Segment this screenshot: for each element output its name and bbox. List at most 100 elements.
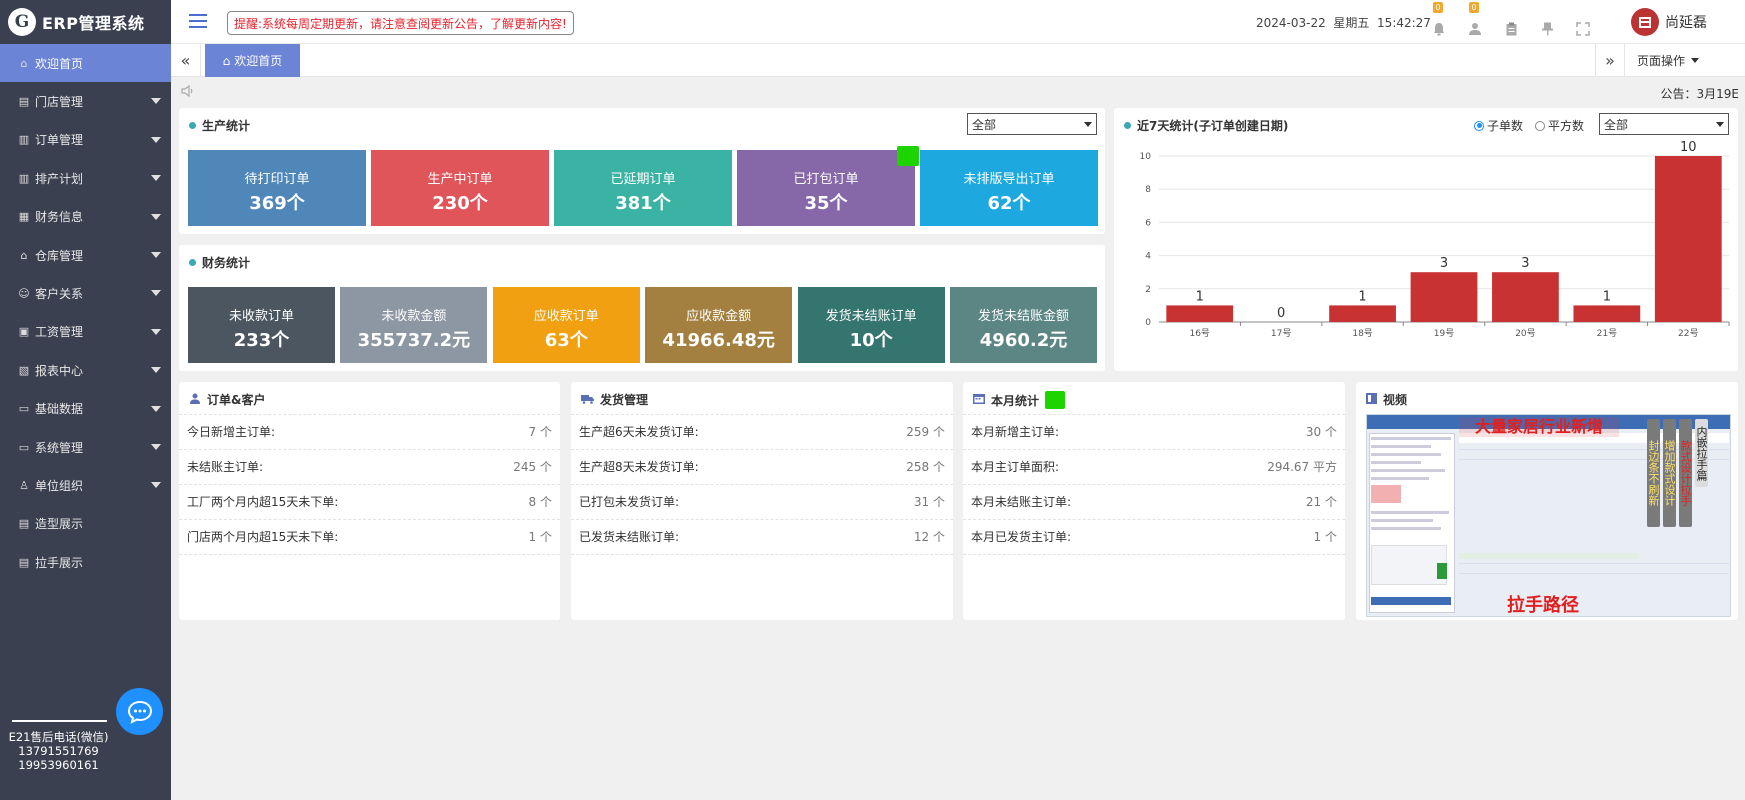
list-item-value: 30 个 — [1305, 425, 1337, 439]
stat-tile[interactable]: 生产中订单 230个 — [371, 150, 549, 226]
stat-label: 未收款金额 — [381, 309, 447, 324]
stat-value: 62个 — [987, 193, 1031, 214]
sidebar-item-11[interactable]: ♙ 单位组织 — [0, 466, 171, 504]
finance-stats-card: 财务统计 未收款订单 233个 未收款金额 355737.2元 应收款订单 63个 应收款金… — [179, 245, 1105, 371]
user-menu[interactable]: 尚延磊 — [1631, 8, 1707, 36]
sidebar-item-6[interactable]: ☺ 客户关系 — [0, 274, 171, 312]
y-tick-label: 6 — [1145, 218, 1151, 228]
announcement-text[interactable]: 公告：3月19E — [1661, 85, 1740, 102]
sidebar-item-8[interactable]: ▧ 报表中心 — [0, 351, 171, 389]
list-item[interactable]: 已发货未结账订单: 12 个 — [571, 519, 953, 553]
sidebar-item-10[interactable]: ▭ 系统管理 — [0, 428, 171, 466]
video-title: 视频 — [1366, 391, 1407, 408]
fullscreen-icon[interactable] — [1575, 8, 1591, 36]
tab-bar: « ⌂ 欢迎首页 » 页面操作 — [171, 44, 1745, 77]
sidebar-item-3[interactable]: ▥ 排产计划 — [0, 159, 171, 197]
sidebar-item-label: 仓库管理 — [35, 248, 84, 263]
sidebar-item-0[interactable]: ⌂ 欢迎首页 — [0, 44, 171, 83]
sidebar: G ERP管理系统 ⌂ 欢迎首页 ▤ 门店管理 ▥ 订单管理 ▥ 排产计划 ▦ 财务信息 ⌂ 仓库管理… — [0, 0, 171, 800]
production-filter-select[interactable]: 全部 — [967, 113, 1097, 135]
sidebar-item-2[interactable]: ▥ 订单管理 — [0, 121, 171, 159]
list-item-label: 未结账主订单: — [187, 460, 264, 474]
sidebar-item-7[interactable]: ▣ 工资管理 — [0, 313, 171, 351]
stat-value: 63个 — [544, 330, 588, 351]
list-item[interactable]: 今日新增主订单: 7 个 — [179, 414, 560, 448]
stat-tile[interactable]: 已延期订单 381个 — [554, 150, 732, 226]
caret-down-icon — [151, 367, 161, 374]
sidebar-item-12[interactable]: ▤ 造型展示 — [0, 505, 171, 543]
stat-tile[interactable]: 未收款订单 233个 — [188, 287, 335, 363]
chart-filter-select[interactable]: 全部 — [1599, 113, 1729, 135]
dot-icon — [189, 259, 196, 266]
sidebar-item-5[interactable]: ⌂ 仓库管理 — [0, 236, 171, 274]
stat-value: 369个 — [249, 193, 305, 214]
stat-tile[interactable]: 发货未结账金额 4960.2元 — [950, 287, 1097, 363]
tab-scroll-right-icon[interactable]: » — [1595, 44, 1625, 77]
stat-tile[interactable]: 发货未结账订单 10个 — [797, 287, 945, 363]
weekday: 星期五 — [1333, 16, 1370, 30]
sidebar-item-1[interactable]: ▤ 门店管理 — [0, 82, 171, 120]
clipboard-icon[interactable] — [1503, 8, 1519, 36]
logo[interactable]: G ERP管理系统 — [0, 0, 171, 44]
stat-tile[interactable]: 已打包订单 35个 — [737, 150, 915, 226]
app-title: ERP管理系统 — [42, 14, 145, 33]
pin-icon[interactable] — [1539, 8, 1555, 36]
bar-value-label: 0 — [1277, 306, 1285, 321]
bar-value-label: 10 — [1680, 140, 1697, 155]
bell-icon[interactable]: 0 — [1431, 2, 1447, 36]
stat-tile[interactable]: 未排版导出订单 62个 — [920, 150, 1098, 226]
radio-square-meters[interactable]: 平方数 — [1535, 117, 1584, 134]
list-item-value: 7 个 — [528, 425, 552, 439]
document-icon: ▥ — [18, 133, 30, 147]
system-notice[interactable]: 提醒:系统每周定期更新，请注意查阅更新公告，了解更新内容! — [227, 11, 574, 35]
monthly-title-text: 本月统计 — [991, 393, 1040, 408]
stat-tile[interactable]: 应收款订单 63个 — [492, 287, 640, 363]
list-item[interactable]: 本月新增主订单: 30 个 — [963, 414, 1345, 448]
menu-toggle-icon[interactable] — [189, 14, 209, 30]
bar-value-label: 3 — [1440, 256, 1448, 271]
production-stats-card: 生产统计 全部 待打印订单 369个 生产中订单 230个 已延期订单 381个 已打包订单… — [179, 108, 1105, 234]
stat-tile[interactable]: 待打印订单 369个 — [188, 150, 366, 226]
video-side-strip-2: 增加款式设计 — [1663, 419, 1676, 527]
chat-button[interactable] — [116, 688, 163, 735]
calendar-icon — [973, 393, 985, 407]
list-item[interactable]: 本月主订单面积: 294.67 平方 — [963, 449, 1345, 483]
stat-value: 355737.2元 — [357, 330, 471, 351]
sidebar-item-13[interactable]: ▤ 拉手展示 — [0, 543, 171, 581]
list-item[interactable]: 未结账主订单: 245 个 — [179, 449, 560, 483]
radio-dot — [1535, 120, 1546, 131]
list-item[interactable]: 生产超8天未发货订单: 258 个 — [571, 449, 953, 483]
announcement-bar: 公告：3月19E — [171, 77, 1745, 107]
stat-label: 未排版导出订单 — [963, 172, 1055, 187]
tab-home[interactable]: ⌂ 欢迎首页 — [205, 44, 300, 77]
list-item[interactable]: 生产超6天未发货订单: 259 个 — [571, 414, 953, 448]
list-item[interactable]: 本月已发货主订单: 1 个 — [963, 519, 1345, 553]
stat-label: 应收款订单 — [533, 309, 599, 324]
list-item[interactable]: 本月未结账主订单: 21 个 — [963, 484, 1345, 518]
tab-scroll-left-icon[interactable]: « — [171, 44, 201, 77]
green-flag-icon — [897, 146, 919, 166]
finance-stats-title: 财务统计 — [189, 254, 250, 271]
bar — [1573, 305, 1641, 322]
sidebar-item-9[interactable]: ▭ 基础数据 — [0, 390, 171, 428]
user-icon[interactable]: 0 — [1467, 2, 1483, 36]
stat-tile[interactable]: 未收款金额 355737.2元 — [340, 287, 488, 363]
speaker-icon — [181, 84, 195, 101]
radio-sub-orders[interactable]: 子单数 — [1474, 117, 1523, 134]
user-badge: 0 — [1469, 2, 1479, 13]
sidebar-item-4[interactable]: ▦ 财务信息 — [0, 198, 171, 236]
caret-down-icon — [151, 328, 161, 335]
stat-label: 发货未结账订单 — [825, 309, 917, 324]
list-item[interactable]: 已打包未发货订单: 31 个 — [571, 484, 953, 518]
list-item[interactable]: 门店两个月内超15天未下单: 1 个 — [179, 519, 560, 553]
notification-badge: 0 — [1433, 2, 1443, 13]
home-icon: ⌂ — [222, 53, 231, 68]
video-player[interactable]: 大量家居行业新增 封边条不刷新 增加款式设计 款式设计拉手 内嵌拉手篇 拉手路径 — [1366, 414, 1731, 617]
document-icon: ▥ — [18, 171, 30, 185]
stat-tile[interactable]: 应收款金额 41966.48元 — [645, 287, 793, 363]
sidebar-item-label: 单位组织 — [35, 478, 84, 493]
warehouse-icon: ⌂ — [20, 248, 28, 262]
page-operations-dropdown[interactable]: 页面操作 — [1637, 44, 1700, 77]
chevron-down-icon — [1084, 121, 1092, 127]
list-item[interactable]: 工厂两个月内超15天未下单: 8 个 — [179, 484, 560, 518]
